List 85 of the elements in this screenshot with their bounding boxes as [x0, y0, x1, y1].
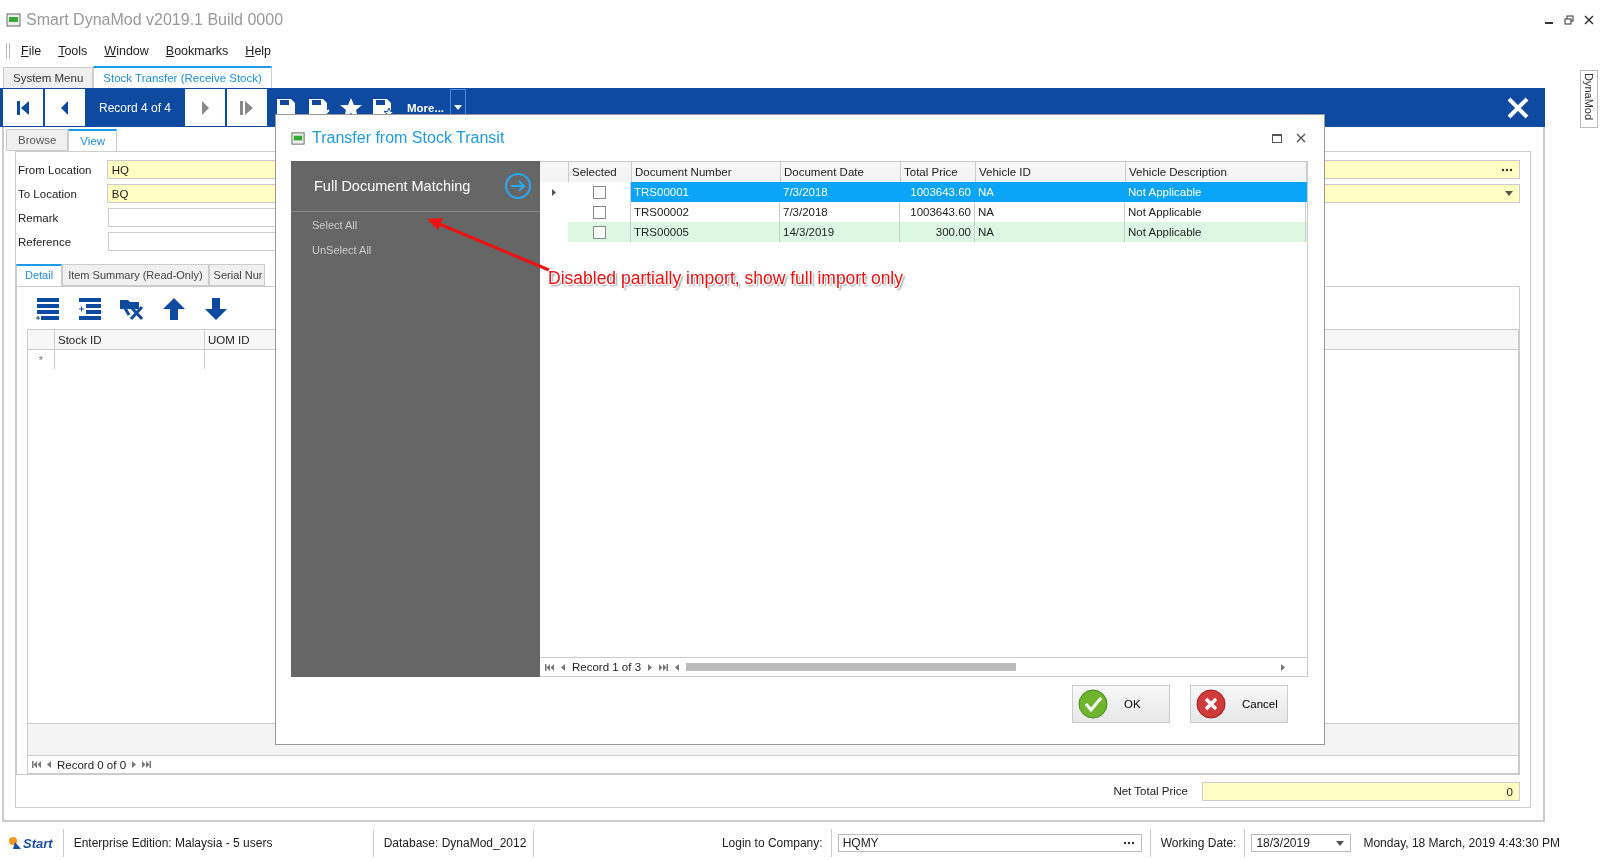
ok-button[interactable]: OK — [1072, 685, 1170, 723]
field-label: Net Total Price — [1113, 785, 1188, 797]
dropdown-arrow-icon[interactable] — [1336, 840, 1345, 846]
restore-icon[interactable] — [1564, 15, 1574, 25]
first-record-button[interactable] — [3, 89, 43, 126]
side-tab[interactable]: DynaMod — [1580, 70, 1598, 128]
cancel-button[interactable]: Cancel — [1190, 685, 1288, 723]
menu-item[interactable]: Window — [104, 44, 149, 58]
table-row[interactable]: TRS00005 14/3/2019 300.00 NA Not Applicable — [540, 222, 1307, 242]
ellipsis-icon[interactable] — [1122, 841, 1135, 845]
current-row-icon — [552, 188, 556, 196]
record-counter: Record 4 of 4 — [97, 99, 172, 117]
move-up-icon[interactable] — [161, 297, 187, 321]
detail-tab[interactable]: Detail — [16, 264, 63, 286]
menu-item[interactable]: Tools — [58, 44, 88, 58]
menu-item[interactable]: File — [21, 44, 42, 58]
last-record-button[interactable] — [227, 89, 267, 126]
record-counter: Record 0 of 0 — [57, 758, 127, 771]
ellipsis-icon[interactable] — [1501, 167, 1513, 172]
net-total-field: 0 — [1202, 781, 1520, 801]
dialog-title: Transfer from Stock Transit — [312, 129, 505, 147]
date-time: Monday, 18 March, 2019 4:43:30 PM — [1362, 836, 1560, 850]
app-logo-icon — [291, 130, 306, 146]
add-rows-icon[interactable] — [35, 297, 61, 321]
document-tab[interactable]: System Menu — [3, 67, 94, 88]
annotation-text: Disabled partially import, show full import only — [548, 268, 903, 289]
document-tab[interactable]: Stock Transfer (Receive Stock) — [93, 66, 272, 88]
table-cell: 14/3/2019 — [780, 222, 900, 242]
next-record-button[interactable] — [185, 89, 225, 126]
table-cell: NA — [975, 222, 1125, 242]
status-text: Database: DynaMod_2012 — [373, 829, 534, 857]
scroll-right-icon[interactable] — [1281, 663, 1286, 671]
checkbox[interactable] — [592, 225, 606, 239]
record-counter: Record 1 of 3 — [572, 661, 642, 673]
previous-page-icon[interactable] — [47, 761, 51, 768]
panel-action[interactable]: UnSelect All — [291, 237, 540, 262]
previous-record-button[interactable] — [45, 89, 85, 126]
panel-action[interactable]: Select All — [291, 212, 540, 237]
last-page-icon[interactable] — [659, 663, 669, 671]
company-field[interactable]: HQMY — [837, 834, 1142, 852]
status-text: Enterprise Edition: Malaysia - 5 users — [63, 829, 374, 857]
table-cell: TRS00005 — [631, 222, 780, 242]
checkbox[interactable] — [592, 205, 606, 219]
window-title: Smart DynaMod v2019.1 Build 0000 — [26, 11, 284, 29]
close-icon[interactable] — [1584, 15, 1594, 25]
detail-tab[interactable]: Serial Nur — [208, 264, 265, 286]
date-field[interactable]: 18/3/2019 — [1251, 834, 1352, 852]
table-cell: 300.00 — [900, 222, 975, 242]
menu-item[interactable]: Help — [245, 44, 272, 58]
maximize-icon[interactable] — [1272, 133, 1282, 143]
checkbox[interactable] — [592, 185, 606, 199]
view-tab[interactable]: Browse — [6, 129, 69, 151]
field-label: To Location — [17, 187, 78, 200]
dropdown-arrow-icon[interactable] — [1505, 191, 1513, 196]
field-label: Login to Company: — [713, 829, 832, 857]
app-logo-icon — [6, 12, 22, 28]
cancel-icon — [1196, 689, 1226, 719]
start-button[interactable]: Start — [0, 829, 64, 857]
panel-heading: Full Document Matching — [314, 178, 471, 194]
field-label: Reference — [17, 235, 73, 248]
input-field[interactable] — [108, 208, 276, 227]
delete-row-icon[interactable] — [119, 297, 145, 321]
field-label: Remark — [17, 211, 60, 224]
check-icon — [1078, 689, 1108, 719]
start-logo-icon — [8, 836, 22, 850]
detail-tab[interactable]: Item Summary (Read-Only) — [62, 264, 209, 286]
next-page-icon[interactable] — [648, 663, 653, 671]
view-tab[interactable]: View — [68, 129, 118, 151]
scroll-left-icon[interactable] — [675, 663, 680, 671]
first-record-icon — [14, 98, 32, 117]
column-header[interactable]: Stock ID — [55, 330, 205, 349]
first-page-icon[interactable] — [32, 761, 41, 768]
insert-row-icon[interactable] — [77, 297, 103, 321]
first-page-icon[interactable] — [545, 663, 554, 671]
field-label: From Location — [17, 163, 93, 176]
next-page-icon[interactable] — [132, 761, 137, 768]
move-down-icon[interactable] — [203, 297, 229, 321]
previous-page-icon[interactable] — [561, 663, 565, 671]
table-cell: Not Applicable — [1125, 222, 1306, 242]
close-icon[interactable] — [1296, 133, 1306, 143]
menu-item[interactable]: Bookmarks — [165, 44, 229, 58]
input-field[interactable] — [108, 232, 276, 251]
field-label: Working Date: — [1149, 829, 1246, 857]
last-page-icon[interactable] — [142, 761, 152, 768]
caret-icon — [454, 105, 463, 110]
